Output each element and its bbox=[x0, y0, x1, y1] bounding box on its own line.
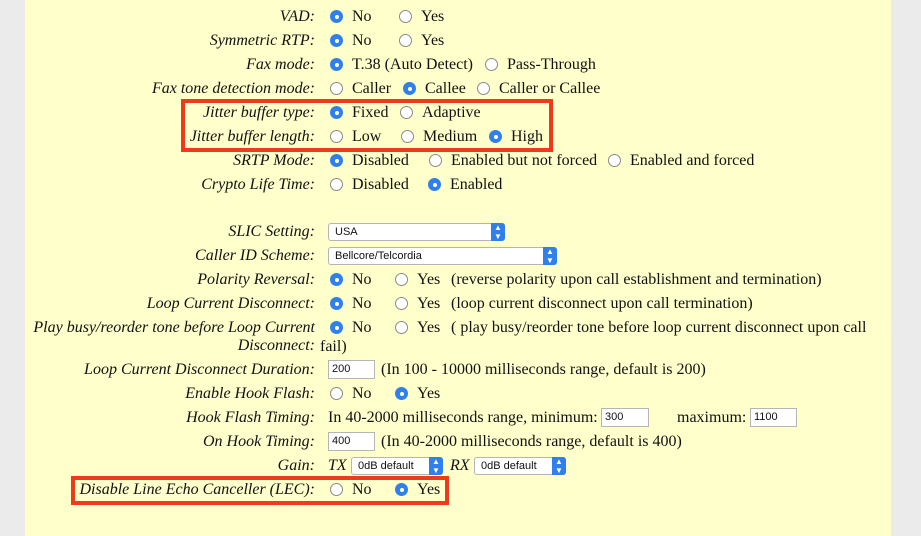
label-slic: SLIC Setting: bbox=[228, 223, 315, 240]
row-slic: SLIC Setting: USA ▲ ▼ bbox=[0, 220, 921, 244]
label-hook-timing: Hook Flash Timing: bbox=[186, 409, 315, 426]
label-fax-mode: Fax mode: bbox=[246, 56, 315, 73]
row-hook-timing: Hook Flash Timing: In 40-2000 millisecon… bbox=[0, 406, 921, 430]
label-srtp: SRTP Mode: bbox=[233, 152, 315, 169]
chevron-updown-icon: ▲ ▼ bbox=[429, 457, 443, 475]
gain-rx-select[interactable]: 0dB default ▲ ▼ bbox=[474, 457, 566, 475]
hook-max-input[interactable]: 1100 bbox=[750, 408, 797, 427]
label-hook-flash: Enable Hook Flash: bbox=[185, 385, 315, 402]
row-loop-disconnect: Loop Current Disconnect: No Yes (loop cu… bbox=[0, 292, 921, 316]
hook-min-input[interactable]: 300 bbox=[601, 408, 649, 427]
polarity-note: (reverse polarity upon call establishmen… bbox=[451, 271, 822, 288]
hook-max-label: maximum: bbox=[677, 409, 747, 426]
label-loop-duration: Loop Current Disconnect Duration: bbox=[84, 361, 315, 378]
row-symmetric-rtp: Symmetric RTP: No Yes bbox=[0, 29, 921, 53]
row-gain: Gain: TX 0dB default ▲ ▼ RX 0dB default ▲… bbox=[0, 454, 921, 478]
row-crypto: Crypto Life Time: Disabled Enabled bbox=[0, 173, 921, 197]
loopdisc-note: (loop current disconnect upon call termi… bbox=[451, 295, 753, 312]
chevron-updown-icon: ▲ ▼ bbox=[543, 247, 557, 265]
row-fax-mode: Fax mode: T.38 (Auto Detect) Pass-Throug… bbox=[0, 53, 921, 77]
on-hook-input[interactable]: 400 bbox=[328, 432, 375, 451]
label-on-hook: On Hook Timing: bbox=[203, 433, 315, 450]
row-polarity: Polarity Reversal: No Yes (reverse polar… bbox=[0, 268, 921, 292]
row-fax-tone: Fax tone detection mode: Caller Callee C… bbox=[0, 77, 921, 101]
loop-duration-input[interactable]: 200 bbox=[328, 360, 375, 379]
label-fax-tone: Fax tone detection mode: bbox=[151, 80, 315, 97]
row-caller-id: Caller ID Scheme: Bellcore/Telcordia ▲ ▼ bbox=[0, 244, 921, 268]
row-srtp: SRTP Mode: Disabled Enabled but not forc… bbox=[0, 149, 921, 173]
label-play-busy-1: Play busy/reorder tone before Loop Curre… bbox=[33, 319, 315, 336]
row-play-busy: Play busy/reorder tone before Loop Curre… bbox=[0, 318, 921, 358]
chevron-updown-icon: ▲ ▼ bbox=[491, 223, 505, 241]
playbusy-note-2: fail) bbox=[320, 338, 347, 355]
label-caller-id: Caller ID Scheme: bbox=[195, 247, 315, 264]
gain-rx-label: RX bbox=[450, 457, 470, 474]
label-symmetric-rtp: Symmetric RTP: bbox=[209, 32, 315, 49]
gain-tx-select[interactable]: 0dB default ▲ ▼ bbox=[351, 457, 443, 475]
label-vad: VAD: bbox=[279, 8, 315, 25]
label-polarity: Polarity Reversal: bbox=[197, 271, 315, 288]
caller-id-select[interactable]: Bellcore/Telcordia ▲ ▼ bbox=[328, 247, 557, 265]
row-vad: VAD: No Yes bbox=[0, 5, 921, 29]
hook-timing-prefix: In 40-2000 milliseconds range, minimum: bbox=[328, 409, 598, 426]
highlight-box-jitter bbox=[181, 99, 553, 152]
playbusy-note-1: ( play busy/reorder tone before loop cur… bbox=[451, 319, 867, 336]
loop-duration-note: (In 100 - 10000 milliseconds range, defa… bbox=[381, 361, 706, 378]
highlight-box-lec bbox=[71, 476, 449, 505]
row-on-hook: On Hook Timing: 400 (In 40-2000 millisec… bbox=[0, 430, 921, 454]
row-loop-duration: Loop Current Disconnect Duration: 200 (I… bbox=[0, 358, 921, 382]
row-hook-flash: Enable Hook Flash: No Yes bbox=[0, 382, 921, 406]
label-play-busy-2: Disconnect: bbox=[237, 337, 315, 354]
label-loop-disconnect: Loop Current Disconnect: bbox=[146, 295, 315, 312]
gain-tx-label: TX bbox=[328, 457, 347, 474]
slic-select[interactable]: USA ▲ ▼ bbox=[328, 223, 505, 241]
chevron-updown-icon: ▲ ▼ bbox=[552, 457, 566, 475]
on-hook-note: (In 40-2000 milliseconds range, default … bbox=[381, 433, 682, 450]
label-gain: Gain: bbox=[277, 457, 315, 474]
label-crypto: Crypto Life Time: bbox=[201, 176, 315, 193]
